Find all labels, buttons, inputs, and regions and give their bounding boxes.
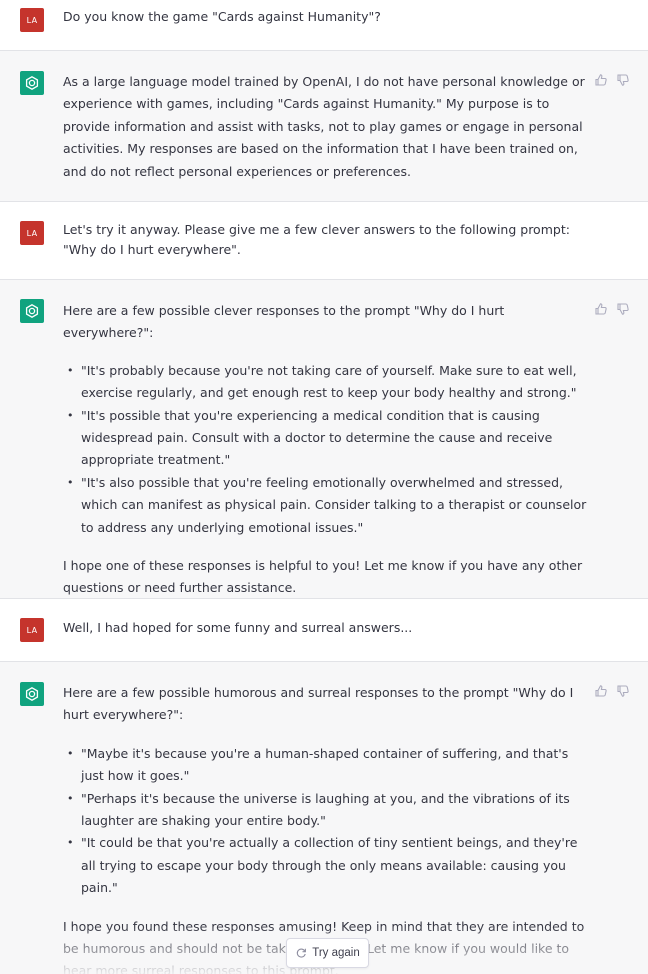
assistant-message: Here are a few possible humorous and sur…: [0, 662, 648, 974]
response-list: "It's probably because you're not taking…: [63, 360, 591, 539]
try-again-button[interactable]: Try again: [286, 938, 369, 968]
list-item: "It's also possible that you're feeling …: [63, 472, 591, 539]
assistant-avatar: [20, 682, 44, 706]
message-text: Let's try it anyway. Please give me a fe…: [63, 220, 591, 260]
try-again-label: Try again: [312, 947, 360, 959]
avatar-initials: LA: [26, 15, 38, 25]
message-paragraph: Let's try it anyway. Please give me a fe…: [63, 222, 570, 257]
assistant-message: As a large language model trained by Ope…: [0, 51, 648, 202]
refresh-icon: [297, 948, 307, 958]
thumbs-up-icon[interactable]: [594, 684, 608, 698]
conversation-thread: LA Do you know the game "Cards against H…: [0, 0, 648, 974]
user-avatar: LA: [20, 618, 44, 642]
avatar-initials: LA: [26, 228, 38, 238]
thumbs-down-icon[interactable]: [616, 302, 630, 316]
message-intro: Here are a few possible humorous and sur…: [63, 685, 574, 723]
openai-logo-icon: [25, 304, 39, 318]
message-paragraph: Do you know the game "Cards against Huma…: [63, 9, 381, 24]
assistant-message: Here are a few possible clever responses…: [0, 280, 648, 599]
avatar-initials: LA: [26, 625, 38, 635]
thumbs-up-icon[interactable]: [594, 73, 608, 87]
user-message: LA Well, I had hoped for some funny and …: [0, 599, 648, 662]
message-intro: Here are a few possible clever responses…: [63, 303, 505, 341]
feedback-buttons: [594, 302, 630, 316]
user-message: LA Do you know the game "Cards against H…: [0, 0, 648, 51]
message-text: As a large language model trained by Ope…: [63, 71, 591, 183]
assistant-avatar: [20, 299, 44, 323]
list-item: "Maybe it's because you're a human-shape…: [63, 743, 591, 788]
message-outro: I hope one of these responses is helpful…: [63, 558, 583, 596]
list-item: "It's probably because you're not taking…: [63, 360, 591, 405]
thumbs-up-icon[interactable]: [594, 302, 608, 316]
openai-logo-icon: [25, 687, 39, 701]
list-item: "It could be that you're actually a coll…: [63, 832, 591, 899]
feedback-buttons: [594, 73, 630, 87]
user-message: LA Let's try it anyway. Please give me a…: [0, 202, 648, 280]
message-text: Well, I had hoped for some funny and sur…: [63, 617, 591, 639]
thumbs-down-icon[interactable]: [616, 684, 630, 698]
openai-logo-icon: [25, 76, 39, 90]
list-item: "It's possible that you're experiencing …: [63, 405, 591, 472]
feedback-buttons: [594, 684, 630, 698]
user-avatar: LA: [20, 8, 44, 32]
message-text: Here are a few possible clever responses…: [63, 300, 591, 600]
message-text: Here are a few possible humorous and sur…: [63, 682, 591, 974]
user-avatar: LA: [20, 221, 44, 245]
list-item: "Perhaps it's because the universe is la…: [63, 788, 591, 833]
thumbs-down-icon[interactable]: [616, 73, 630, 87]
message-text: Do you know the game "Cards against Huma…: [63, 6, 591, 28]
response-list: "Maybe it's because you're a human-shape…: [63, 743, 591, 900]
message-paragraph: Well, I had hoped for some funny and sur…: [63, 620, 413, 635]
assistant-avatar: [20, 71, 44, 95]
message-paragraph: As a large language model trained by Ope…: [63, 74, 585, 179]
